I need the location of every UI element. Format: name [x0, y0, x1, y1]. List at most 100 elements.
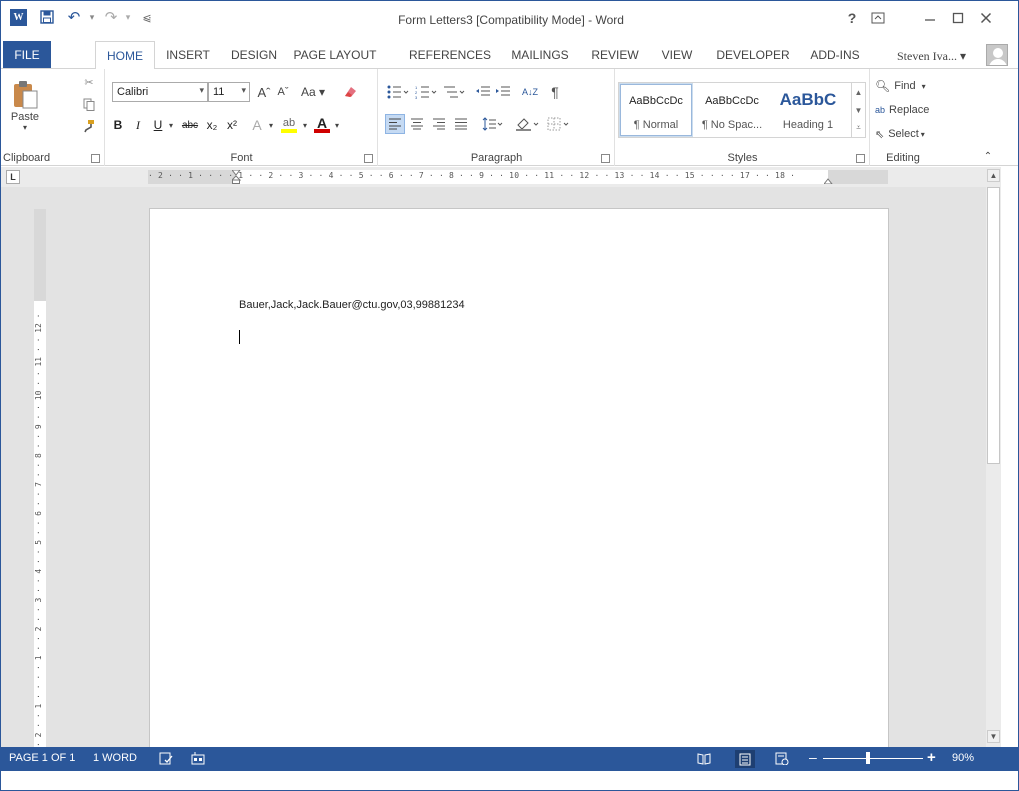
bold-button[interactable]: B	[110, 115, 126, 135]
user-name[interactable]: Steven Iva... ▾	[897, 49, 966, 64]
undo-dropdown-icon[interactable]: ▾	[83, 8, 101, 26]
text-effects-button[interactable]: A	[248, 115, 266, 135]
redo-dropdown-icon[interactable]: ▾	[119, 8, 137, 26]
zoom-level[interactable]: 90%	[952, 752, 974, 764]
change-case-button[interactable]: Aa ▾	[296, 82, 330, 102]
print-layout-icon[interactable]	[735, 750, 755, 768]
tab-view[interactable]: VIEW	[653, 41, 701, 68]
cut-icon[interactable]: ✂	[79, 73, 99, 91]
styles-launcher-icon[interactable]	[856, 154, 865, 163]
multilevel-list-button[interactable]	[441, 82, 467, 102]
style-normal[interactable]: AaBbCcDc ¶ Normal	[619, 83, 693, 137]
minimize-button[interactable]	[919, 8, 941, 28]
font-name-combo[interactable]: Calibri ▾	[112, 82, 208, 102]
justify-button[interactable]	[451, 114, 471, 134]
borders-button[interactable]	[545, 114, 573, 134]
ribbon-display-options-button[interactable]	[867, 8, 889, 28]
find-button[interactable]: 🔍︎ Find ▾	[875, 77, 926, 95]
page-count[interactable]: PAGE 1 OF 1	[9, 752, 75, 764]
undo-icon[interactable]: ↶	[65, 8, 83, 26]
numbering-button[interactable]: 123	[413, 82, 439, 102]
maximize-button[interactable]	[947, 8, 969, 28]
font-size-combo[interactable]: 11 ▾	[208, 82, 250, 102]
subscript-button[interactable]: x₂	[203, 115, 221, 135]
clear-formatting-icon[interactable]	[340, 82, 360, 102]
sort-button[interactable]: A↓Z	[519, 82, 541, 102]
web-layout-icon[interactable]	[775, 752, 789, 768]
styles-scroll-down-icon[interactable]: ▼	[851, 101, 865, 119]
tab-add-ins[interactable]: ADD-INS	[801, 41, 869, 68]
help-button[interactable]: ?	[841, 8, 863, 28]
increase-indent-icon[interactable]	[493, 82, 513, 102]
paste-button[interactable]: Paste ▾	[5, 74, 45, 136]
redo-icon[interactable]: ↷	[102, 8, 120, 26]
font-color-dropdown-icon[interactable]: ▾	[332, 115, 342, 135]
tab-design[interactable]: DESIGN	[225, 41, 283, 68]
document-page[interactable]: Bauer,Jack,Jack.Bauer@ctu.gov,03,9988123…	[149, 208, 889, 747]
tab-selector-button[interactable]: L	[6, 170, 20, 184]
scrollbar-thumb[interactable]	[987, 187, 1000, 464]
style-heading-1[interactable]: AaBbC Heading 1	[772, 84, 844, 136]
save-icon[interactable]	[38, 8, 56, 26]
strikethrough-button[interactable]: abc	[179, 115, 201, 135]
close-button[interactable]	[975, 8, 997, 28]
text-effects-dropdown-icon[interactable]: ▾	[266, 115, 276, 135]
show-hide-button[interactable]: ¶	[545, 82, 565, 102]
underline-dropdown-icon[interactable]: ▾	[166, 115, 176, 135]
styles-more-icon[interactable]: ⩡	[851, 119, 865, 137]
bullets-button[interactable]	[385, 82, 411, 102]
underline-button[interactable]: U	[150, 115, 166, 135]
scroll-down-arrow-icon[interactable]: ▼	[987, 730, 1000, 743]
binoculars-icon: 🔍︎	[875, 79, 891, 93]
tab-developer[interactable]: DEVELOPER	[711, 41, 795, 68]
styles-scroll-up-icon[interactable]: ▲	[851, 83, 865, 101]
format-painter-icon[interactable]	[79, 117, 99, 135]
tab-review[interactable]: REVIEW	[583, 41, 647, 68]
font-launcher-icon[interactable]	[364, 154, 373, 163]
read-mode-icon[interactable]	[697, 752, 711, 768]
vertical-ruler[interactable]: · 2 · · 1 · · · · 1 · · 2 · · 3 · · 4 · …	[34, 209, 46, 747]
user-avatar[interactable]	[986, 44, 1008, 66]
align-left-button[interactable]	[385, 114, 405, 134]
align-right-button[interactable]	[429, 114, 449, 134]
style-no-spacing[interactable]: AaBbCcDc ¶ No Spac...	[696, 84, 768, 136]
zoom-slider[interactable]	[823, 758, 923, 759]
shading-button[interactable]	[513, 114, 541, 134]
italic-button[interactable]: I	[130, 115, 146, 135]
tab-page-layout[interactable]: PAGE LAYOUT	[293, 41, 377, 68]
scroll-up-arrow-icon[interactable]: ▲	[987, 169, 1000, 182]
customize-qat-icon[interactable]: ⩿	[138, 8, 156, 26]
horizontal-ruler[interactable]: · 2 · · 1 · · · · 1 · · 2 · · 3 · · 4 · …	[148, 170, 888, 184]
clipboard-launcher-icon[interactable]	[91, 154, 100, 163]
word-count[interactable]: 1 WORD	[93, 752, 137, 764]
superscript-button[interactable]: x²	[223, 115, 241, 135]
copy-icon[interactable]	[79, 95, 99, 113]
indent-marker-icon[interactable]	[232, 170, 241, 184]
tab-mailings[interactable]: MAILINGS	[503, 41, 577, 68]
right-indent-marker-icon[interactable]	[824, 176, 833, 184]
highlight-button[interactable]: ab	[278, 113, 300, 133]
select-button[interactable]: ⇖ Select ▾	[875, 125, 925, 143]
replace-button[interactable]: ab Replace	[875, 101, 929, 119]
zoom-out-button[interactable]: –	[809, 749, 817, 765]
decrease-indent-icon[interactable]	[473, 82, 493, 102]
vertical-scrollbar[interactable]: ▲ ▼	[986, 167, 1001, 747]
tab-file[interactable]: FILE	[3, 41, 51, 68]
word-logo-icon[interactable]: W	[10, 9, 27, 26]
document-text-line[interactable]: Bauer,Jack,Jack.Bauer@ctu.gov,03,9988123…	[239, 299, 465, 311]
macro-recording-icon[interactable]	[191, 752, 205, 768]
paragraph-launcher-icon[interactable]	[601, 154, 610, 163]
tab-insert[interactable]: INSERT	[161, 41, 215, 68]
font-color-button[interactable]: A	[312, 113, 332, 133]
tab-references[interactable]: REFERENCES	[405, 41, 495, 68]
zoom-in-button[interactable]: +	[927, 749, 936, 766]
highlight-dropdown-icon[interactable]: ▾	[300, 115, 310, 135]
collapse-ribbon-icon[interactable]: ⌃	[981, 149, 995, 163]
tab-home[interactable]: HOME	[95, 41, 155, 69]
line-spacing-button[interactable]	[479, 114, 505, 134]
grow-font-button[interactable]: Aˆ	[255, 82, 273, 102]
zoom-slider-thumb[interactable]	[866, 752, 870, 764]
proofing-icon[interactable]	[159, 752, 173, 768]
align-center-button[interactable]	[407, 114, 427, 134]
shrink-font-button[interactable]: Aˇ	[274, 82, 292, 102]
